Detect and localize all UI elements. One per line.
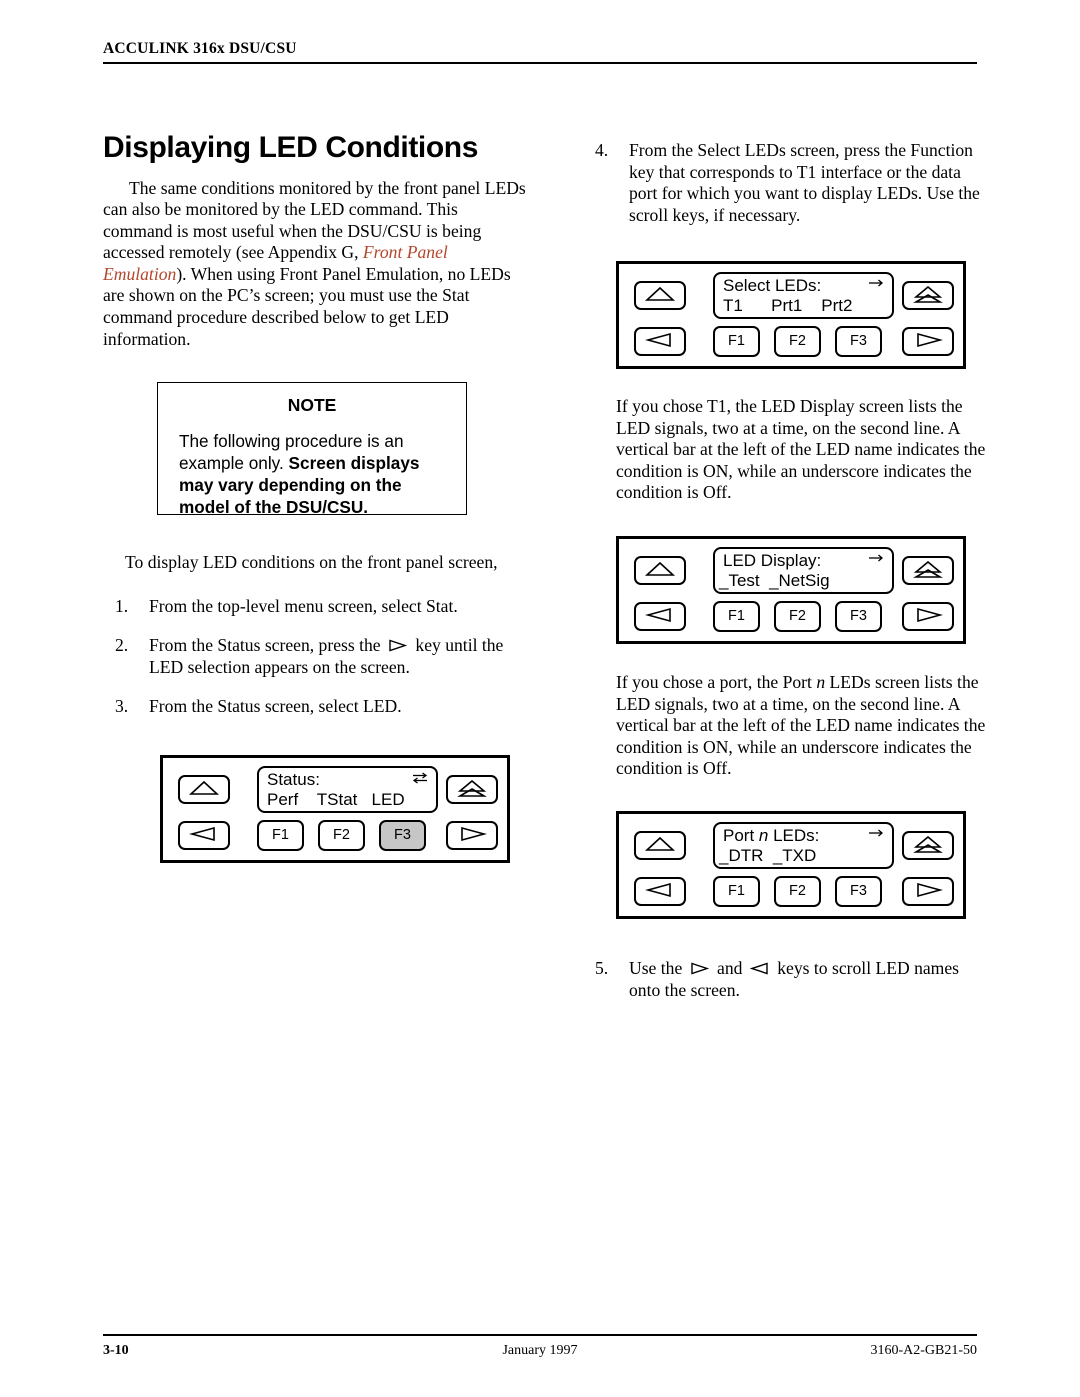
led-display-lcd-line2: _Test _NetSig [719,571,830,590]
led-display-f3-key[interactable]: F3 [835,601,882,632]
led-display-lcd: LED Display: _Test _NetSig [713,547,894,594]
port-lcd-text-b: LEDs: [768,826,820,845]
right-arrow-icon [868,277,884,291]
select-leds-lcd-line1: Select LEDs: [723,276,822,295]
step-text-5a: Use the [629,958,687,978]
procedure-block-left: To display LED conditions on the front p… [103,552,527,736]
port-explanation-block: If you chose a port, the Port n LEDs scr… [616,672,991,792]
port-n-leds-f2-key[interactable]: F2 [774,876,821,907]
scroll-right-key[interactable] [902,877,954,906]
led-display-panel[interactable]: LED Display: _Test _NetSig F1 F2 F3 [616,536,966,644]
header-rule [103,62,977,64]
scroll-right-key[interactable] [902,602,954,631]
scroll-up-key[interactable] [634,556,686,585]
footer-document-number: 3160-A2-GB21-50 [870,1343,977,1358]
right-arrow-icon [868,827,884,841]
right-arrow-icon [868,552,884,566]
led-display-f1-key[interactable]: F1 [713,601,760,632]
intro-text-a: The same conditions monitored by the fro… [103,177,526,263]
note-box: NOTE The following procedure is an examp… [157,382,467,518]
step-number-1: 1. [115,595,129,616]
step-text-3: From the Status screen, select LED. [149,696,402,717]
status-lcd-line2: Perf TStat LED [267,790,405,809]
left-column: Displaying LED Conditions The same condi… [103,132,527,362]
select-leds-f3-key[interactable]: F3 [835,326,882,357]
scroll-left-key[interactable] [178,821,230,850]
step-text-2a: From the Status screen, press the [149,635,386,656]
home-key[interactable] [446,775,498,804]
port-lcd-text-a: Port [723,826,759,845]
select-leds-lcd-line2: T1 Prt1 Prt2 [723,296,853,315]
step-number-4: 4. [595,140,609,160]
led-display-f2-key[interactable]: F2 [774,601,821,632]
page-footer: 3-10 January 1997 3160-A2-GB21-50 [103,1334,977,1363]
port-explanation-text: If you chose a port, the Port n LEDs scr… [616,672,991,780]
step-number-3: 3. [115,696,129,717]
footer-row: 3-10 January 1997 3160-A2-GB21-50 [103,1343,977,1363]
right-column: 4. From the Select LEDs screen, press the… [583,140,983,244]
scroll-right-key[interactable] [446,821,498,850]
port-n-leds-panel[interactable]: Port n LEDs: _DTR _TXD F1 F2 F3 [616,811,966,919]
port-n-leds-lcd-line2: _DTR _TXD [719,846,817,865]
status-panel[interactable]: Status: Perf TStat LED F1 F2 F3 [160,755,510,863]
port-n-leds-lcd: Port n LEDs: _DTR _TXD [713,822,894,869]
step-5-list: 5. Use the and keys to scroll LED names o… [583,958,983,1001]
port-lcd-text-italic-n: n [758,826,769,845]
t1-explanation-text: If you chose T1, the LED Display screen … [616,396,986,503]
note-title: NOTE [287,395,337,415]
right-arrow-key-icon [388,636,408,652]
scroll-right-key[interactable] [902,327,954,356]
t1-explanation-block: If you chose T1, the LED Display screen … [616,396,986,516]
status-panel-f3-key[interactable]: F3 [379,820,426,851]
step-item-1: 1. From the top-level menu screen, select… [103,596,527,618]
note-body: The following procedure is an example on… [179,430,441,518]
step-item-4: 4. From the Select LEDs screen, press the… [583,140,983,226]
running-head-text: ACCULINK 316x DSU/CSU [103,40,297,57]
home-key[interactable] [902,281,954,310]
step-item-3: 3. From the Status screen, select LED. [103,696,527,718]
steps-list-left: 1. From the top-level menu screen, select… [103,596,527,718]
port-n-leds-f1-key[interactable]: F1 [713,876,760,907]
step-text-5b: and [712,958,747,978]
step-item-2: 2. From the Status screen, press the key … [103,635,527,678]
footer-rule [103,1334,977,1336]
select-leds-panel[interactable]: Select LEDs: T1 Prt1 Prt2 F1 F2 F3 [616,261,966,369]
step-text-4: From the Select LEDs screen, press the F… [629,140,980,225]
port-text-italic-n: n [816,672,826,692]
footer-date: January 1997 [502,1343,578,1358]
led-display-lcd-line1: LED Display: [723,551,822,570]
port-text-a: If you chose a port, the Port [616,672,817,692]
intro-paragraph: The same conditions monitored by the fro… [103,178,527,351]
lead-in-text: To display LED conditions on the front p… [125,552,498,572]
status-panel-f2-key[interactable]: F2 [318,820,365,851]
home-key[interactable] [902,556,954,585]
select-leds-f1-key[interactable]: F1 [713,326,760,357]
step-number-2: 2. [115,635,129,656]
step-text-1: From the top-level menu screen, select S… [149,595,458,616]
right-arrow-key-icon [690,959,710,975]
step-item-5: 5. Use the and keys to scroll LED names o… [583,958,983,1001]
select-leds-f2-key[interactable]: F2 [774,326,821,357]
scroll-up-key[interactable] [634,831,686,860]
steps-list-right-4: 4. From the Select LEDs screen, press the… [583,140,983,226]
port-n-leds-f3-key[interactable]: F3 [835,876,882,907]
scroll-up-key[interactable] [178,775,230,804]
port-n-leds-lcd-line1: Port n LEDs: [723,826,819,846]
bidirectional-arrow-icon [412,771,428,785]
running-header: ACCULINK 316x DSU/CSU [103,40,977,64]
status-lcd-line1: Status: [267,770,320,789]
scroll-left-key[interactable] [634,602,686,631]
select-leds-lcd: Select LEDs: T1 Prt1 Prt2 [713,272,894,319]
page-title: Displaying LED Conditions [103,131,479,164]
scroll-left-key[interactable] [634,327,686,356]
step-number-5: 5. [595,958,609,978]
status-panel-f1-key[interactable]: F1 [257,820,304,851]
scroll-left-key[interactable] [634,877,686,906]
status-panel-lcd: Status: Perf TStat LED [257,766,438,813]
left-arrow-key-icon [749,959,770,975]
steps-list-right-5: 5. Use the and keys to scroll LED names o… [583,958,983,1019]
scroll-up-key[interactable] [634,281,686,310]
home-key[interactable] [902,831,954,860]
